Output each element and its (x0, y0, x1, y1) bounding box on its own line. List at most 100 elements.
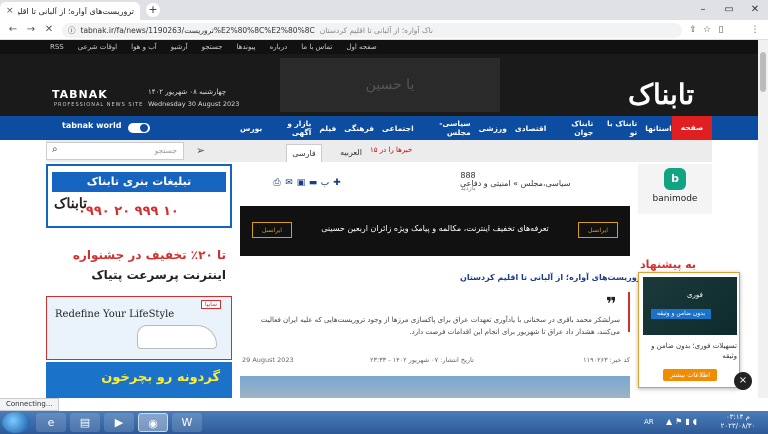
popup-more-button[interactable]: اطلاعات بیشتر (663, 369, 717, 381)
top-link-0[interactable]: صفحه اول (346, 43, 376, 51)
irancell-logo-left: ایرانسل (252, 222, 292, 238)
banimode-logo-icon: b (664, 168, 686, 190)
media-player-icon[interactable]: ▶ (104, 413, 134, 432)
page-scrollbar[interactable] (758, 40, 768, 398)
sidepanel-icon[interactable]: ▯ (714, 23, 728, 37)
minimize-icon[interactable]: – (690, 0, 716, 20)
publish-date: تاریخ انتشار: ۰۷ شهریور ۱۴۰۲ - ۲۳:۳۳ (370, 356, 474, 364)
tabnak-world-link[interactable]: tabnak world (62, 121, 121, 130)
nav-item-5[interactable]: ورزشی (479, 124, 507, 133)
article-lead: سرلشکر محمد باقری در سخنانی با یادآوری ت… (260, 316, 620, 336)
nav-item-9[interactable]: فیلم (319, 124, 336, 133)
loan-popup[interactable]: فوری بدون ضامن و وثیقه تسهیلات فوری؛ بدو… (638, 272, 740, 388)
ie-icon[interactable]: e (36, 413, 66, 432)
nav-home-button[interactable]: صفحه نخست (672, 116, 712, 156)
nav-item-4[interactable]: اقتصادی (515, 124, 546, 133)
mail-icon[interactable]: ✉ (284, 178, 294, 188)
irancell-logo-right: ایرانسل (578, 222, 618, 238)
ad-wheel[interactable]: گردونه رو بچرخون (46, 362, 232, 398)
zoom-in-icon[interactable]: ✚ (332, 178, 342, 188)
chrome-icon[interactable]: ◉ (138, 413, 168, 432)
search-icon[interactable]: ⌕ (52, 144, 58, 155)
back-icon[interactable]: ← (6, 23, 20, 37)
close-tab-icon[interactable]: × (6, 6, 14, 16)
top-link-4[interactable]: جستجو (202, 43, 223, 51)
stop-icon[interactable]: ✕ (42, 23, 56, 37)
date-en: Wednesday 30 August 2023 (148, 100, 240, 108)
browser-tab-bar: × تروریست‌های آواره؛ از آلبانی تا اقلیم … (0, 0, 768, 20)
tab-farsi[interactable]: فارسی (286, 144, 322, 162)
nav-item-6[interactable]: سیاسی-مجلس (422, 119, 470, 137)
recent-news-label[interactable]: خبرها را در ۱۵ (370, 146, 412, 154)
input-language[interactable]: AR (644, 418, 654, 426)
url-text: tabnak.ir/fa/news/1190263/تروریست%E2%80%… (80, 26, 315, 35)
top-links: صفحه اول تماس با ما درباره پیوندها جستجو آرشی… (50, 40, 377, 54)
tray-icons[interactable]: ▲⚑▮◖ (666, 417, 700, 426)
nav-item-2[interactable]: تابناک با تو (601, 119, 637, 137)
publish-date-en: 29 August 2023 (242, 356, 294, 364)
ad-irancell-internet[interactable]: ایرانسل تعرفه‌های تخفیف اینترنت، مکالمه … (240, 206, 630, 256)
article-meta: کد خبر: ۱۱۹۰۲۶۳ تاریخ انتشار: ۰۷ شهریور … (240, 354, 630, 368)
new-tab-button[interactable]: + (146, 3, 160, 17)
top-link-1[interactable]: تماس با ما (301, 43, 332, 51)
quote-icon: ❞ (606, 294, 617, 315)
share-icon[interactable]: ⇪ (686, 23, 700, 37)
taskbar-clock[interactable]: ۰۳:۱۴ م ۲۰۲۳/۰۸/۳۰ (716, 413, 760, 431)
popup-text: تسهیلات فوری؛ بدون ضامن و وثیقه (651, 342, 737, 360)
maximize-icon[interactable]: ▭ (716, 0, 742, 20)
url-input[interactable]: ⓘ tabnak.ir/fa/news/1190263/تروریست%E2%8… (62, 23, 682, 38)
scrollbar-thumb[interactable] (760, 52, 766, 92)
logo-en[interactable]: TABNAK (52, 88, 108, 101)
search-input[interactable]: جستجو (46, 142, 184, 160)
top-link-5[interactable]: آرشیو (171, 43, 188, 51)
print-icon[interactable]: ⎙ (272, 178, 282, 188)
ad4-text: گردونه رو بچرخون (101, 370, 220, 385)
font-icon[interactable]: ب (320, 178, 330, 188)
ad-internet-text: تعرفه‌های تخفیف اینترنت، مکالمه و پیامک … (321, 224, 549, 233)
top-link-3[interactable]: پیوندها (237, 43, 256, 51)
ad-banimode[interactable]: b banimode (638, 164, 712, 214)
article-headline: تروریست‌های آواره؛ از آلبانی تا اقلیم کر… (460, 273, 645, 282)
forward-icon[interactable]: → (24, 23, 38, 37)
top-link-6[interactable]: آب و هوا (131, 43, 157, 51)
top-links-strip: صفحه اول تماس با ما درباره پیوندها جستجو آرشی… (0, 40, 758, 54)
browser-tab[interactable]: × تروریست‌های آواره؛ از آلبانی تا اقلیم … (0, 2, 140, 20)
clock-date: ۲۰۲۳/۰۸/۳۰ (720, 422, 756, 430)
save-icon[interactable]: ▣ (296, 178, 306, 188)
clock-time: ۰۳:۱۴ م (726, 413, 750, 421)
ad1-phone: ۰۹۹۰ ۲۰ ۹۹۹ ۱۰ (78, 204, 179, 219)
zoom-out-icon[interactable]: ▬ (308, 178, 318, 188)
nav-item-8[interactable]: فرهنگی (344, 124, 374, 133)
send-icon[interactable]: ➢ (196, 144, 205, 157)
status-bubble: Connecting... (0, 398, 60, 411)
ad2-line2: اینترنت پرسرعت پتیاک (91, 268, 226, 282)
search-placeholder: جستجو (154, 146, 177, 155)
logo-fa[interactable]: تابناک (628, 78, 694, 111)
ad-tabnak-banner[interactable]: تبلیغات بنری تابناک تابناک ۰۹۹۰ ۲۰ ۹۹۹ ۱… (46, 164, 232, 228)
popup-badge: بدون ضامن و وثیقه (651, 309, 711, 319)
suggested-heading: به پیشنهاد (640, 258, 696, 271)
close-window-icon[interactable]: ✕ (742, 0, 768, 20)
bookmark-star-icon[interactable]: ☆ (700, 23, 714, 37)
nav-item-7[interactable]: اجتماعی (382, 124, 414, 133)
page-info-icon[interactable]: ⓘ (68, 25, 76, 36)
start-button[interactable] (2, 412, 30, 433)
nav-item-3[interactable]: تابناک جوان (554, 119, 593, 137)
ad2-line1: تا ۲۰٪ تخفیف در جشنواره (72, 248, 226, 262)
nav-item-10[interactable]: بازار و آگهی (270, 119, 311, 137)
top-link-2[interactable]: درباره (270, 43, 288, 51)
visit-label: بازدید (460, 184, 476, 192)
ad-saipa[interactable]: سایپا Redefine Your LifeStyle (46, 296, 232, 360)
nav-item-11[interactable]: بورس (240, 124, 262, 133)
top-link-7[interactable]: اوقات شرعی (78, 43, 117, 51)
menu-kebab-icon[interactable]: ⋮ (748, 23, 762, 37)
nav-item-1[interactable]: استانها (645, 124, 671, 133)
theme-toggle[interactable] (128, 123, 150, 133)
top-link-8[interactable]: RSS (50, 43, 64, 51)
lead-accent-bar (628, 292, 630, 332)
address-bar-row: ← → ✕ ⓘ tabnak.ir/fa/news/1190263/تروریس… (0, 20, 768, 56)
explorer-icon[interactable]: ▤ (70, 413, 100, 432)
tab-arabic[interactable]: العربیه (336, 144, 366, 162)
word-icon[interactable]: W (172, 413, 202, 432)
popup-close-icon[interactable]: × (734, 372, 752, 390)
